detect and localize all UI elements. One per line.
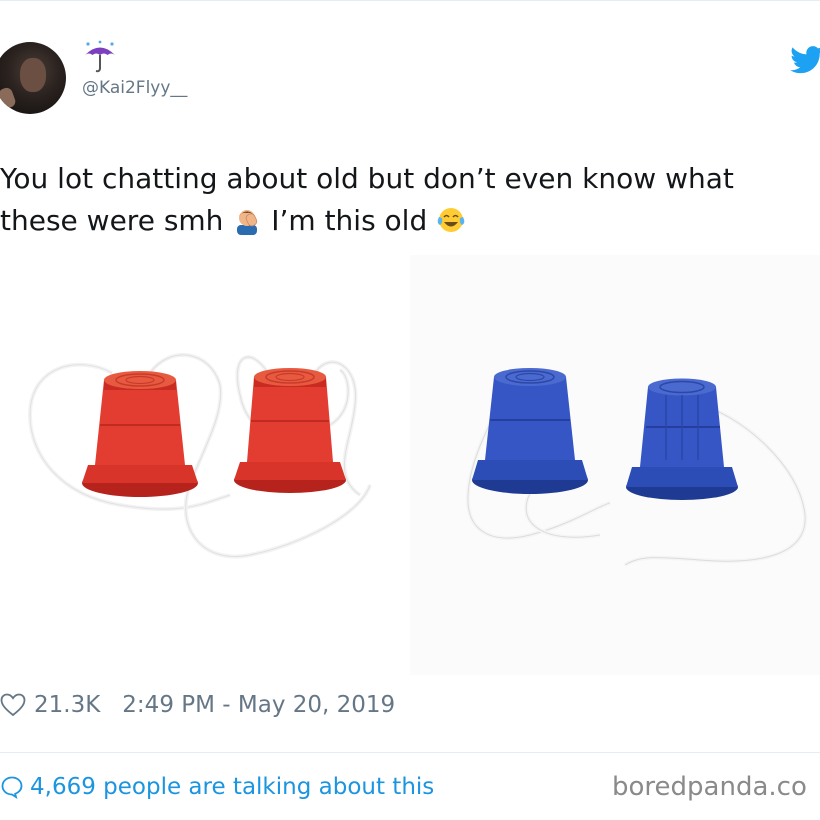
tweet-timestamp[interactable]: 2:49 PM - May 20, 2019: [122, 692, 395, 718]
tweet-text-line-2a: these were smh: [0, 204, 233, 237]
tweet-text: You lot chatting about old but don’t eve…: [0, 158, 820, 242]
stilt-cups-illustration: [27, 352, 808, 567]
divider: [0, 752, 820, 753]
user-handle[interactable]: @Kai2Flyy__: [82, 78, 187, 98]
top-border: [0, 0, 820, 1]
tweet-text-line-2b: I’m this old: [262, 204, 437, 237]
avatar-face: [20, 58, 46, 92]
tweet-text-line-1: You lot chatting about old but don’t eve…: [0, 162, 734, 195]
avatar[interactable]: [0, 42, 66, 114]
tweet-photo[interactable]: [0, 255, 820, 675]
watermark: boredpanda.co: [612, 772, 807, 802]
talking-link[interactable]: 4,669 people are talking about this: [0, 770, 434, 804]
man-facepalming-icon: [237, 210, 258, 235]
heart-icon[interactable]: [0, 693, 26, 717]
avatar-hand: [0, 86, 17, 110]
face-with-tears-of-joy-icon: [437, 208, 465, 232]
talking-text[interactable]: 4,669 people are talking about this: [30, 774, 434, 800]
umbrella-icon: [85, 40, 115, 73]
like-count[interactable]: 21.3K: [34, 692, 100, 718]
speech-bubble-icon: [1, 776, 23, 799]
tweet-text-line-2: these were smh I’m this old: [0, 200, 820, 242]
tweet-meta: 21.3K 2:49 PM - May 20, 2019: [0, 690, 395, 720]
twitter-bird-icon[interactable]: [790, 46, 820, 74]
